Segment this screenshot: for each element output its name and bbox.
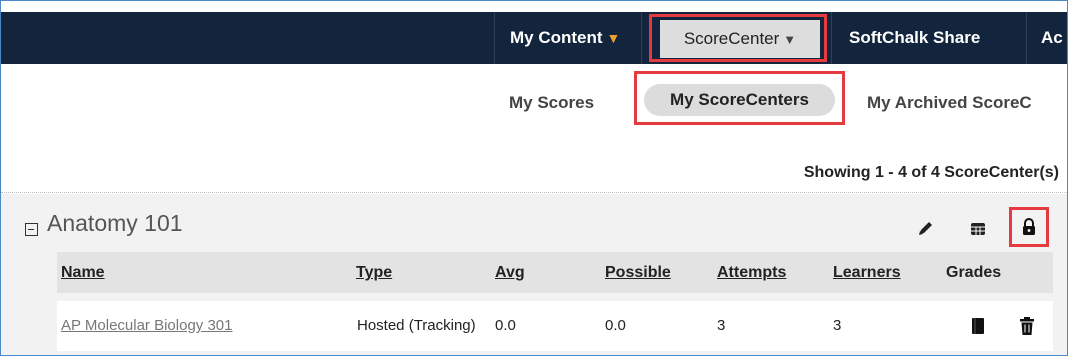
column-header-name[interactable]: Name — [61, 252, 105, 293]
nav-account-partial[interactable]: Ac — [1041, 12, 1063, 64]
collapse-toggle-icon[interactable] — [25, 223, 38, 236]
column-header-possible[interactable]: Possible — [605, 252, 671, 293]
subnav-my-scores[interactable]: My Scores — [509, 92, 594, 136]
cell-type: Hosted (Tracking) — [357, 317, 476, 334]
grid-table-icon[interactable] — [967, 218, 989, 240]
nav-separator — [494, 12, 495, 64]
nav-my-content-label: My Content — [510, 28, 603, 47]
edit-pencil-icon[interactable] — [916, 218, 936, 238]
app-frame: My Content ▼ ScoreCenter ▼ SoftChalk Share… — [0, 0, 1068, 356]
column-header-type[interactable]: Type — [356, 252, 392, 293]
scorecenter-name-link[interactable]: AP Molecular Biology 301 — [61, 301, 233, 351]
trash-icon[interactable] — [1019, 316, 1035, 336]
nav-separator — [641, 12, 642, 64]
cell-avg: 0.0 — [495, 317, 516, 334]
nav-separator — [1026, 12, 1027, 64]
table-header-row — [57, 252, 1053, 293]
cell-possible: 0.0 — [605, 317, 626, 334]
column-header-learners[interactable]: Learners — [833, 252, 901, 293]
nav-separator — [831, 12, 832, 64]
nav-softchalk-share[interactable]: SoftChalk Share — [849, 12, 980, 64]
column-header-attempts[interactable]: Attempts — [717, 252, 786, 293]
lock-icon[interactable] — [1019, 217, 1039, 237]
dropdown-triangle-icon: ▼ — [783, 32, 797, 47]
nav-my-content[interactable]: My Content ▼ — [510, 12, 620, 64]
subnav-my-scorecenters[interactable]: My ScoreCenters — [644, 84, 835, 116]
cell-learners: 3 — [833, 317, 842, 334]
group-title: Anatomy 101 — [47, 210, 183, 236]
column-header-grades: Grades — [946, 264, 1002, 281]
nav-scorecenter[interactable]: ScoreCenter ▼ — [660, 20, 820, 58]
divider — [1, 192, 1067, 193]
results-count: Showing 1 - 4 of 4 ScoreCenter(s) — [803, 164, 1059, 181]
column-header-avg[interactable]: Avg — [495, 252, 525, 293]
subnav-my-archived-scorecenters[interactable]: My Archived ScoreC — [867, 92, 1032, 136]
gradebook-icon[interactable] — [971, 317, 985, 335]
nav-scorecenter-label: ScoreCenter — [683, 29, 780, 48]
dropdown-triangle-icon: ▼ — [606, 30, 621, 46]
cell-attempts: 3 — [717, 317, 726, 334]
